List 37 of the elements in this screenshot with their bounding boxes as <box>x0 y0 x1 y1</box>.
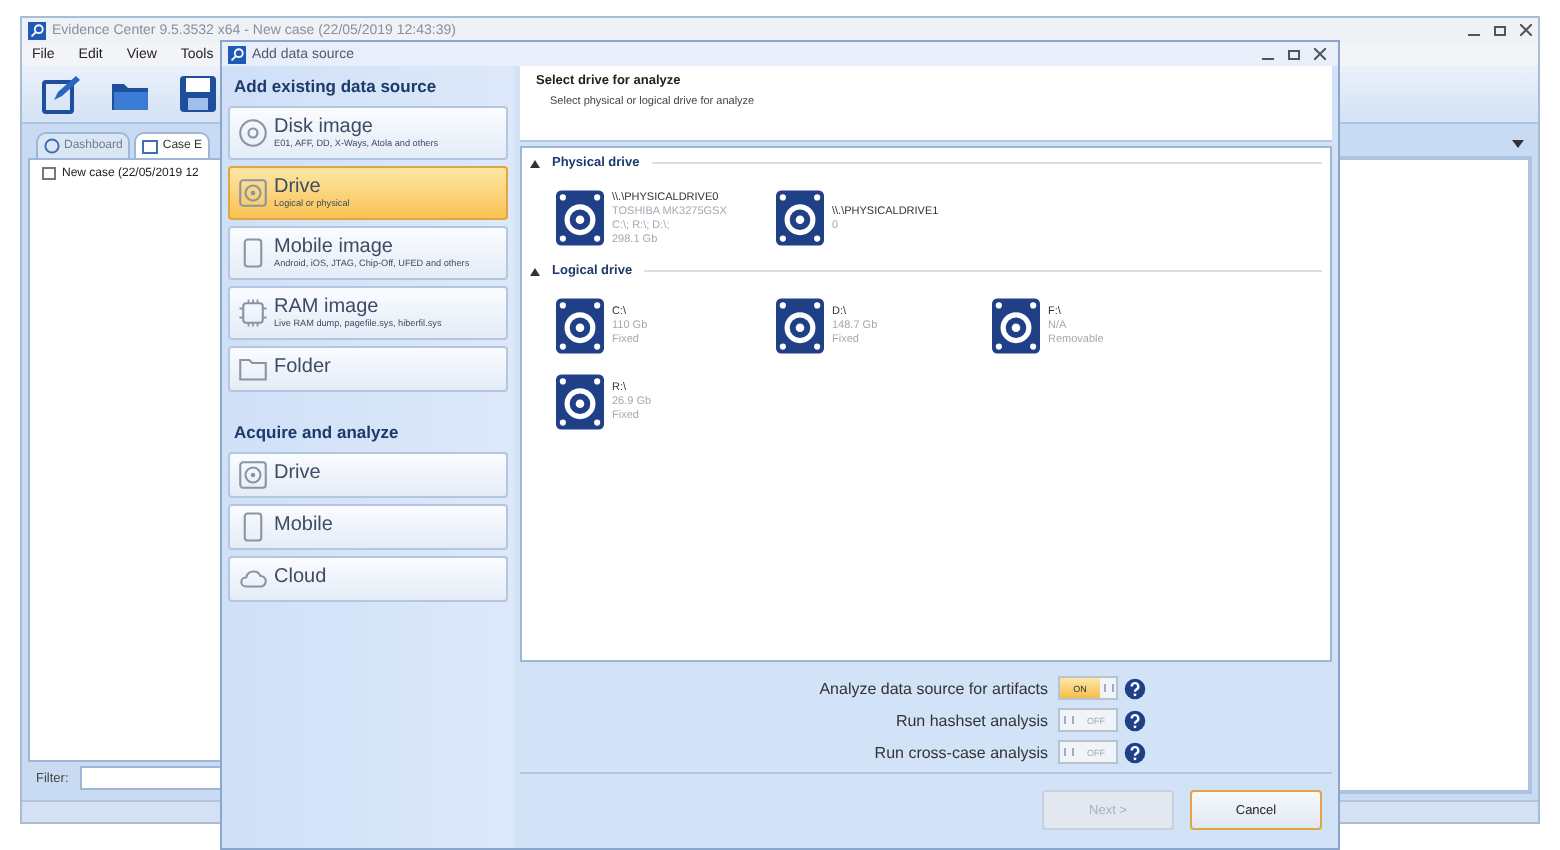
source-option[interactable]: Folder <box>228 346 508 392</box>
dropdown-caret-icon[interactable] <box>1512 140 1524 148</box>
source-option[interactable]: Mobile <box>228 504 508 550</box>
folder-icon <box>238 354 268 384</box>
collapse-caret-icon[interactable] <box>530 267 540 275</box>
close-icon[interactable] <box>1314 48 1326 60</box>
restore-icon[interactable] <box>1494 24 1506 36</box>
magnifier-icon <box>228 45 246 63</box>
hard-drive-icon <box>556 296 604 356</box>
help-icon[interactable] <box>1124 741 1146 763</box>
magnifier-icon <box>28 21 46 39</box>
help-icon[interactable] <box>1124 709 1146 731</box>
source-option[interactable]: Cloud <box>228 556 508 602</box>
chip-icon <box>238 298 268 328</box>
restore-icon[interactable] <box>1288 48 1300 60</box>
help-icon[interactable] <box>1124 677 1146 699</box>
disc-icon <box>238 118 268 148</box>
collapse-caret-icon[interactable] <box>530 159 540 167</box>
option-label: Analyze data source for artifacts <box>819 679 1048 697</box>
hard-drive-icon <box>992 296 1040 356</box>
hard-drive-icon <box>776 296 824 356</box>
close-icon[interactable] <box>1520 24 1532 36</box>
pencil-icon[interactable] <box>42 74 82 114</box>
case-icon <box>42 166 56 180</box>
hard-drive-icon <box>556 188 604 248</box>
drive-icon <box>238 460 268 490</box>
section-heading: Acquire and analyze <box>232 420 401 446</box>
option-label: Run hashset analysis <box>895 711 1048 729</box>
cloud-icon <box>238 564 268 594</box>
hard-drive-icon <box>556 372 604 432</box>
section-heading: Add existing data source <box>232 74 439 100</box>
source-option[interactable]: Drive <box>228 452 508 498</box>
hard-drive-icon <box>776 188 824 248</box>
phone-icon <box>238 238 268 268</box>
drive-icon <box>238 178 268 208</box>
phone-icon <box>238 512 268 542</box>
option-label: Run cross-case analysis <box>874 743 1048 761</box>
